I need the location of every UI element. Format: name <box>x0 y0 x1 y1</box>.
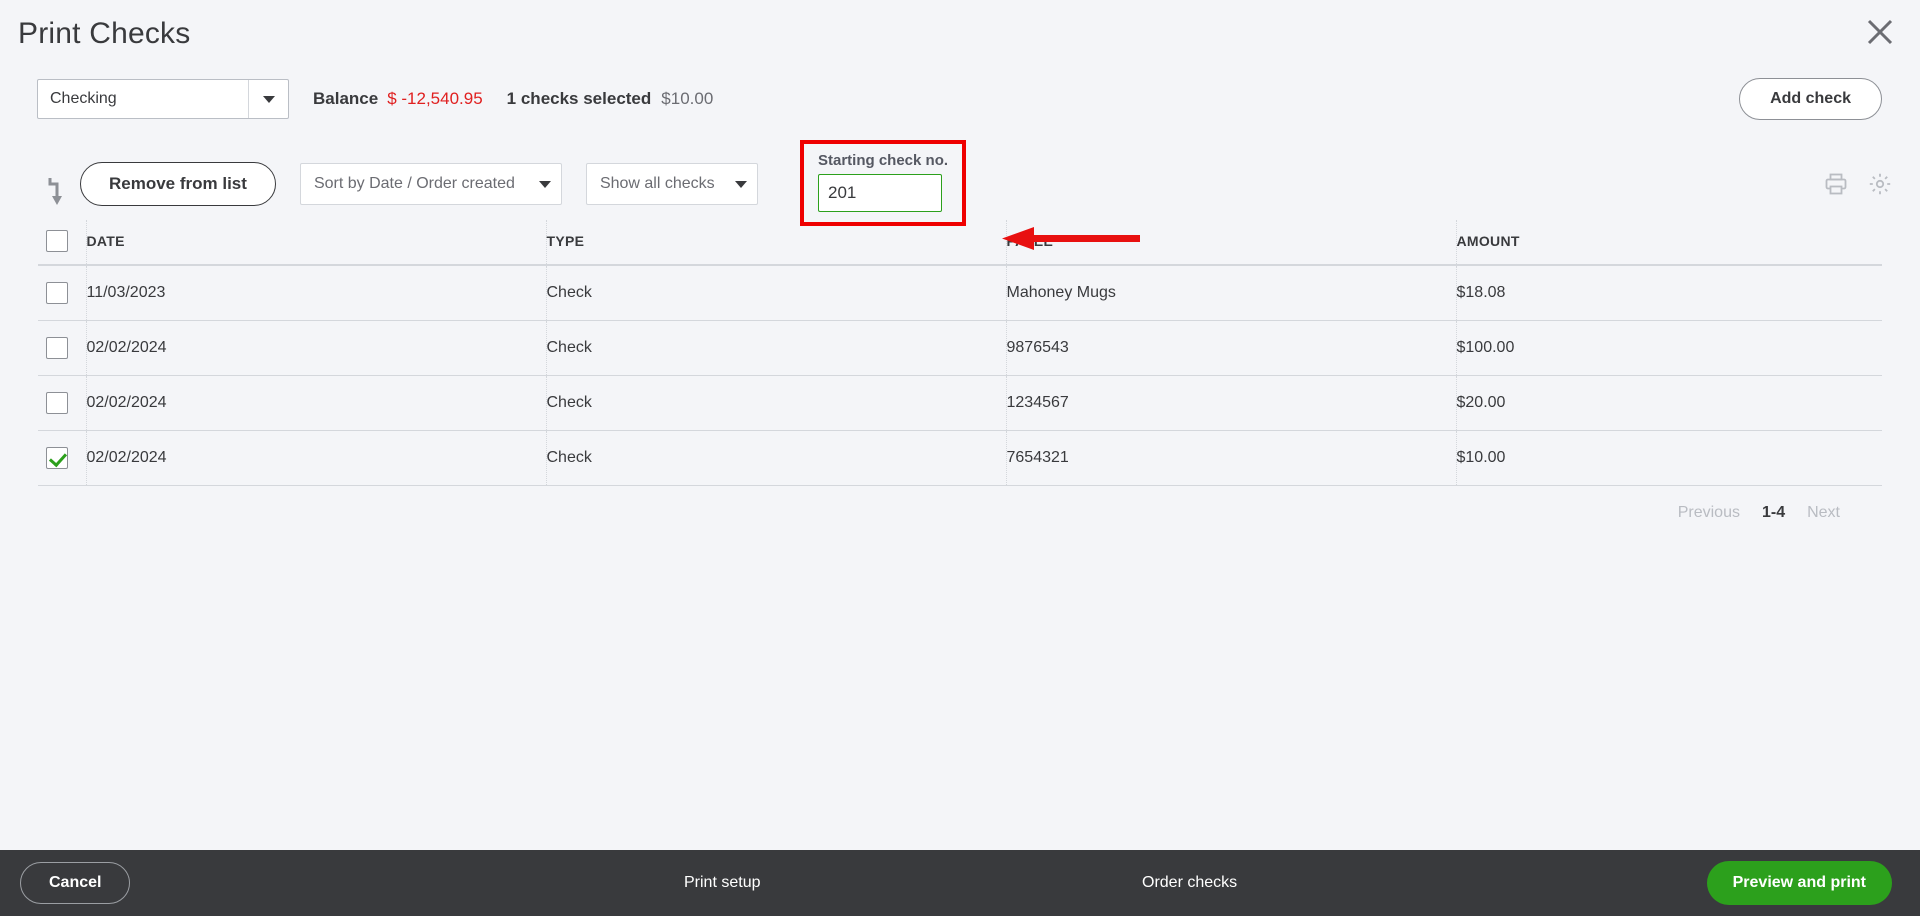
cell-amount: $10.00 <box>1456 430 1882 486</box>
account-select-arrow <box>248 80 288 118</box>
dialog-header: Print Checks <box>0 0 1920 68</box>
cell-payee: 9876543 <box>1006 320 1457 376</box>
checks-table-container: DATE TYPE PAYEE AMOUNT 11/03/2023 Check … <box>0 220 1920 522</box>
printer-icon[interactable] <box>1824 172 1848 201</box>
row-checkbox[interactable] <box>46 282 68 304</box>
cell-date: 02/02/2024 <box>86 430 547 486</box>
account-select-value: Checking <box>50 90 117 107</box>
add-check-button[interactable]: Add check <box>1739 78 1882 120</box>
preview-and-print-button[interactable]: Preview and print <box>1706 861 1892 905</box>
cell-amount: $20.00 <box>1456 375 1882 431</box>
sort-by-select[interactable]: Sort by Date / Order created <box>299 163 562 205</box>
cell-amount: $18.08 <box>1456 265 1882 321</box>
close-button[interactable] <box>1856 8 1904 56</box>
table-row[interactable]: 11/03/2023 Check Mahoney Mugs $18.08 <box>38 265 1882 321</box>
row-select-cell <box>38 320 87 376</box>
chevron-down-icon <box>538 180 551 188</box>
cell-payee: 7654321 <box>1006 430 1457 486</box>
balance-label: Balance <box>313 89 379 108</box>
balance-summary: Balance $ -12,540.95 1 checks selected $… <box>313 89 713 109</box>
dialog-footer: Cancel Print setup Order checks Preview … <box>0 850 1920 916</box>
checks-table: DATE TYPE PAYEE AMOUNT 11/03/2023 Check … <box>38 220 1882 486</box>
cell-payee: Mahoney Mugs <box>1006 265 1457 321</box>
pagination: Previous 1-4 Next <box>38 486 1882 522</box>
page-title: Print Checks <box>18 17 191 50</box>
row-checkbox[interactable] <box>46 392 68 414</box>
column-header-amount[interactable]: AMOUNT <box>1456 220 1882 266</box>
selected-count-label: 1 checks selected <box>506 89 652 108</box>
selected-amount: $10.00 <box>661 89 714 108</box>
column-header-type[interactable]: TYPE <box>546 220 1007 266</box>
toolbar-icon-group <box>1824 172 1892 201</box>
account-select[interactable]: Checking <box>37 79 289 119</box>
table-header: DATE TYPE PAYEE AMOUNT <box>38 220 1882 266</box>
account-balance-row: Checking Balance $ -12,540.95 1 checks s… <box>0 68 1920 130</box>
row-select-cell <box>38 375 87 431</box>
row-select-cell <box>38 265 87 321</box>
pagination-previous[interactable]: Previous <box>1678 504 1740 522</box>
annotation-arrow-icon <box>1000 226 1142 257</box>
cell-date: 02/02/2024 <box>86 375 547 431</box>
column-header-date[interactable]: DATE <box>86 220 547 266</box>
pagination-range: 1-4 <box>1761 504 1786 521</box>
cell-type: Check <box>546 430 1007 486</box>
chevron-down-icon <box>734 180 747 188</box>
arrow-turn-down-icon[interactable] <box>44 174 70 208</box>
table-row[interactable]: 02/02/2024 Check 9876543 $100.00 <box>38 320 1882 376</box>
gear-icon[interactable] <box>1868 172 1892 201</box>
table-body: 11/03/2023 Check Mahoney Mugs $18.08 02/… <box>38 265 1882 486</box>
cell-type: Check <box>546 375 1007 431</box>
cell-type: Check <box>546 320 1007 376</box>
order-checks-link[interactable]: Order checks <box>1142 874 1237 892</box>
select-all-header <box>38 220 87 266</box>
list-toolbar: Remove from list Sort by Date / Order cr… <box>0 140 1920 226</box>
cancel-button[interactable]: Cancel <box>20 862 131 904</box>
cell-date: 11/03/2023 <box>86 265 547 321</box>
table-header-row: DATE TYPE PAYEE AMOUNT <box>38 220 1882 266</box>
show-checks-select-value: Show all checks <box>599 175 715 192</box>
starting-check-no-highlight: Starting check no. <box>800 140 967 226</box>
cell-payee: 1234567 <box>1006 375 1457 431</box>
row-checkbox[interactable] <box>46 447 68 469</box>
chevron-down-icon <box>262 95 275 103</box>
starting-check-no-input[interactable] <box>818 174 942 212</box>
print-setup-link[interactable]: Print setup <box>684 874 760 892</box>
cell-type: Check <box>546 265 1007 321</box>
table-row[interactable]: 02/02/2024 Check 1234567 $20.00 <box>38 375 1882 431</box>
row-select-cell <box>38 430 87 486</box>
remove-from-list-button[interactable]: Remove from list <box>80 162 276 206</box>
close-icon <box>1865 17 1895 47</box>
balance-value: $ -12,540.95 <box>387 89 483 108</box>
row-checkbox[interactable] <box>46 337 68 359</box>
select-all-checkbox[interactable] <box>46 230 68 252</box>
sort-by-select-value: Sort by Date / Order created <box>313 175 515 192</box>
pagination-next[interactable]: Next <box>1807 504 1840 522</box>
cell-date: 02/02/2024 <box>86 320 547 376</box>
starting-check-no-label: Starting check no. <box>818 152 949 169</box>
table-row[interactable]: 02/02/2024 Check 7654321 $10.00 <box>38 430 1882 486</box>
show-checks-select[interactable]: Show all checks <box>585 163 758 205</box>
cell-amount: $100.00 <box>1456 320 1882 376</box>
